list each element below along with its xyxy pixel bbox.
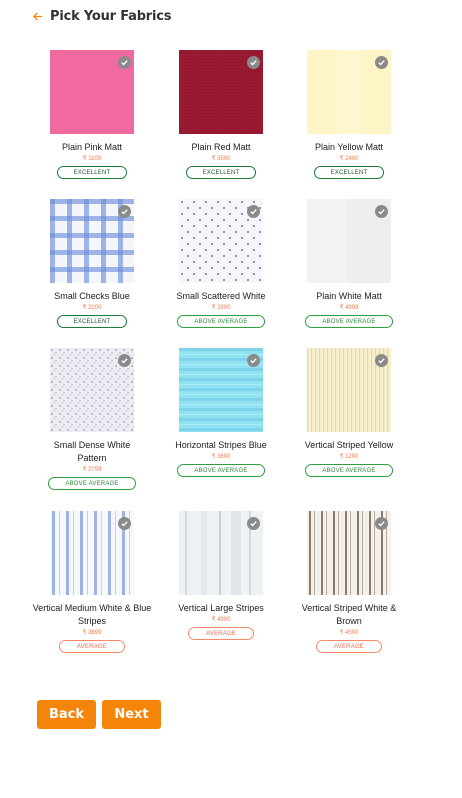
check-icon[interactable] bbox=[375, 56, 388, 69]
fabric-price: ₹ 3600 bbox=[211, 454, 231, 460]
fabric-name: Plain Yellow Matt bbox=[314, 142, 384, 152]
fabric-row: Small Checks Blue ₹ 2200 EXCELLENT Small… bbox=[0, 199, 462, 348]
fabric-card[interactable]: Vertical Large Stripes ₹ 4900 AVERAGE bbox=[161, 511, 281, 640]
page-title: Pick Your Fabrics bbox=[50, 8, 172, 24]
fabric-name: Vertical Striped White & Brown bbox=[301, 603, 397, 626]
fabric-swatch[interactable] bbox=[50, 511, 134, 595]
fabric-card[interactable]: Plain White Matt ₹ 4999 ABOVE AVERAGE bbox=[289, 199, 409, 328]
fabric-row: Vertical Medium White & Blue Stripes ₹ 3… bbox=[0, 511, 462, 674]
fabric-card[interactable]: Vertical Medium White & Blue Stripes ₹ 3… bbox=[32, 511, 152, 653]
fabric-name: Vertical Striped Yellow bbox=[304, 440, 394, 450]
fabric-card[interactable]: Plain Pink Matt ₹ 1100 EXCELLENT bbox=[32, 50, 152, 179]
fabric-price: ₹ 2799 bbox=[82, 467, 102, 473]
check-icon[interactable] bbox=[247, 56, 260, 69]
fabric-swatch[interactable] bbox=[50, 348, 134, 432]
rating-badge: ABOVE AVERAGE bbox=[305, 315, 393, 328]
rating-badge: AVERAGE bbox=[59, 640, 125, 653]
check-icon[interactable] bbox=[375, 354, 388, 367]
rating-badge: EXCELLENT bbox=[57, 166, 127, 179]
fabric-swatch[interactable] bbox=[50, 199, 134, 283]
fabric-price: ₹ 3699 bbox=[82, 630, 102, 636]
fabric-card[interactable]: Plain Yellow Matt ₹ 2400 EXCELLENT bbox=[289, 50, 409, 179]
check-icon[interactable] bbox=[118, 517, 131, 530]
fabric-row: Small Dense White Pattern ₹ 2799 ABOVE A… bbox=[0, 348, 462, 511]
fabric-card[interactable]: Small Dense White Pattern ₹ 2799 ABOVE A… bbox=[32, 348, 152, 490]
fabric-card[interactable]: Small Scattered White ₹ 2800 ABOVE AVERA… bbox=[161, 199, 281, 328]
check-icon[interactable] bbox=[247, 354, 260, 367]
fabric-price: ₹ 4900 bbox=[211, 617, 231, 623]
check-icon[interactable] bbox=[118, 56, 131, 69]
fabric-name: Plain White Matt bbox=[316, 291, 382, 301]
arrow-left-icon[interactable] bbox=[30, 9, 44, 23]
fabric-swatch[interactable] bbox=[179, 511, 263, 595]
fabric-price: ₹ 4999 bbox=[339, 305, 359, 311]
fabric-price: ₹ 1100 bbox=[82, 156, 102, 162]
check-icon[interactable] bbox=[375, 205, 388, 218]
fabric-row: Plain Pink Matt ₹ 1100 EXCELLENT Plain R… bbox=[0, 50, 462, 199]
back-button[interactable]: Back bbox=[37, 700, 96, 729]
fabric-name: Small Scattered White bbox=[176, 291, 266, 301]
fabric-swatch[interactable] bbox=[307, 511, 391, 595]
rating-badge: ABOVE AVERAGE bbox=[177, 464, 265, 477]
fabric-swatch[interactable] bbox=[307, 50, 391, 134]
fabric-name: Plain Red Matt bbox=[191, 142, 251, 152]
fabric-swatch[interactable] bbox=[179, 199, 263, 283]
next-button[interactable]: Next bbox=[102, 700, 161, 729]
fabric-card[interactable]: Vertical Striped White & Brown ₹ 4500 AV… bbox=[289, 511, 409, 653]
action-buttons: Back Next bbox=[37, 700, 161, 729]
rating-badge: EXCELLENT bbox=[314, 166, 384, 179]
fabric-price: ₹ 1200 bbox=[339, 454, 359, 460]
rating-badge: ABOVE AVERAGE bbox=[177, 315, 265, 328]
fabric-name: Vertical Medium White & Blue Stripes bbox=[32, 603, 152, 626]
fabric-name: Horizontal Stripes Blue bbox=[175, 440, 267, 450]
rating-badge: AVERAGE bbox=[316, 640, 382, 653]
fabric-name: Vertical Large Stripes bbox=[178, 603, 264, 613]
fabric-card[interactable]: Horizontal Stripes Blue ₹ 3600 ABOVE AVE… bbox=[161, 348, 281, 477]
page-header: Pick Your Fabrics bbox=[30, 6, 172, 26]
rating-badge: AVERAGE bbox=[188, 627, 254, 640]
check-icon[interactable] bbox=[375, 517, 388, 530]
fabric-name: Small Checks Blue bbox=[54, 291, 130, 301]
fabric-price: ₹ 2400 bbox=[339, 156, 359, 162]
fabric-price: ₹ 3500 bbox=[211, 156, 231, 162]
fabric-card[interactable]: Plain Red Matt ₹ 3500 EXCELLENT bbox=[161, 50, 281, 179]
check-icon[interactable] bbox=[247, 517, 260, 530]
rating-badge: ABOVE AVERAGE bbox=[305, 464, 393, 477]
fabric-grid: Plain Pink Matt ₹ 1100 EXCELLENT Plain R… bbox=[0, 50, 462, 674]
check-icon[interactable] bbox=[118, 354, 131, 367]
fabric-swatch[interactable] bbox=[179, 348, 263, 432]
rating-badge: EXCELLENT bbox=[186, 166, 256, 179]
rating-badge: ABOVE AVERAGE bbox=[48, 477, 136, 490]
fabric-card[interactable]: Vertical Striped Yellow ₹ 1200 ABOVE AVE… bbox=[289, 348, 409, 477]
fabric-name: Small Dense White Pattern bbox=[53, 440, 131, 463]
fabric-price: ₹ 4500 bbox=[339, 630, 359, 636]
check-icon[interactable] bbox=[118, 205, 131, 218]
fabric-name: Plain Pink Matt bbox=[61, 142, 123, 152]
fabric-price: ₹ 2200 bbox=[82, 305, 102, 311]
rating-badge: EXCELLENT bbox=[57, 315, 127, 328]
check-icon[interactable] bbox=[247, 205, 260, 218]
fabric-swatch[interactable] bbox=[179, 50, 263, 134]
fabric-swatch[interactable] bbox=[307, 199, 391, 283]
fabric-swatch[interactable] bbox=[307, 348, 391, 432]
fabric-price: ₹ 2800 bbox=[211, 305, 231, 311]
fabric-swatch[interactable] bbox=[50, 50, 134, 134]
fabric-card[interactable]: Small Checks Blue ₹ 2200 EXCELLENT bbox=[32, 199, 152, 328]
